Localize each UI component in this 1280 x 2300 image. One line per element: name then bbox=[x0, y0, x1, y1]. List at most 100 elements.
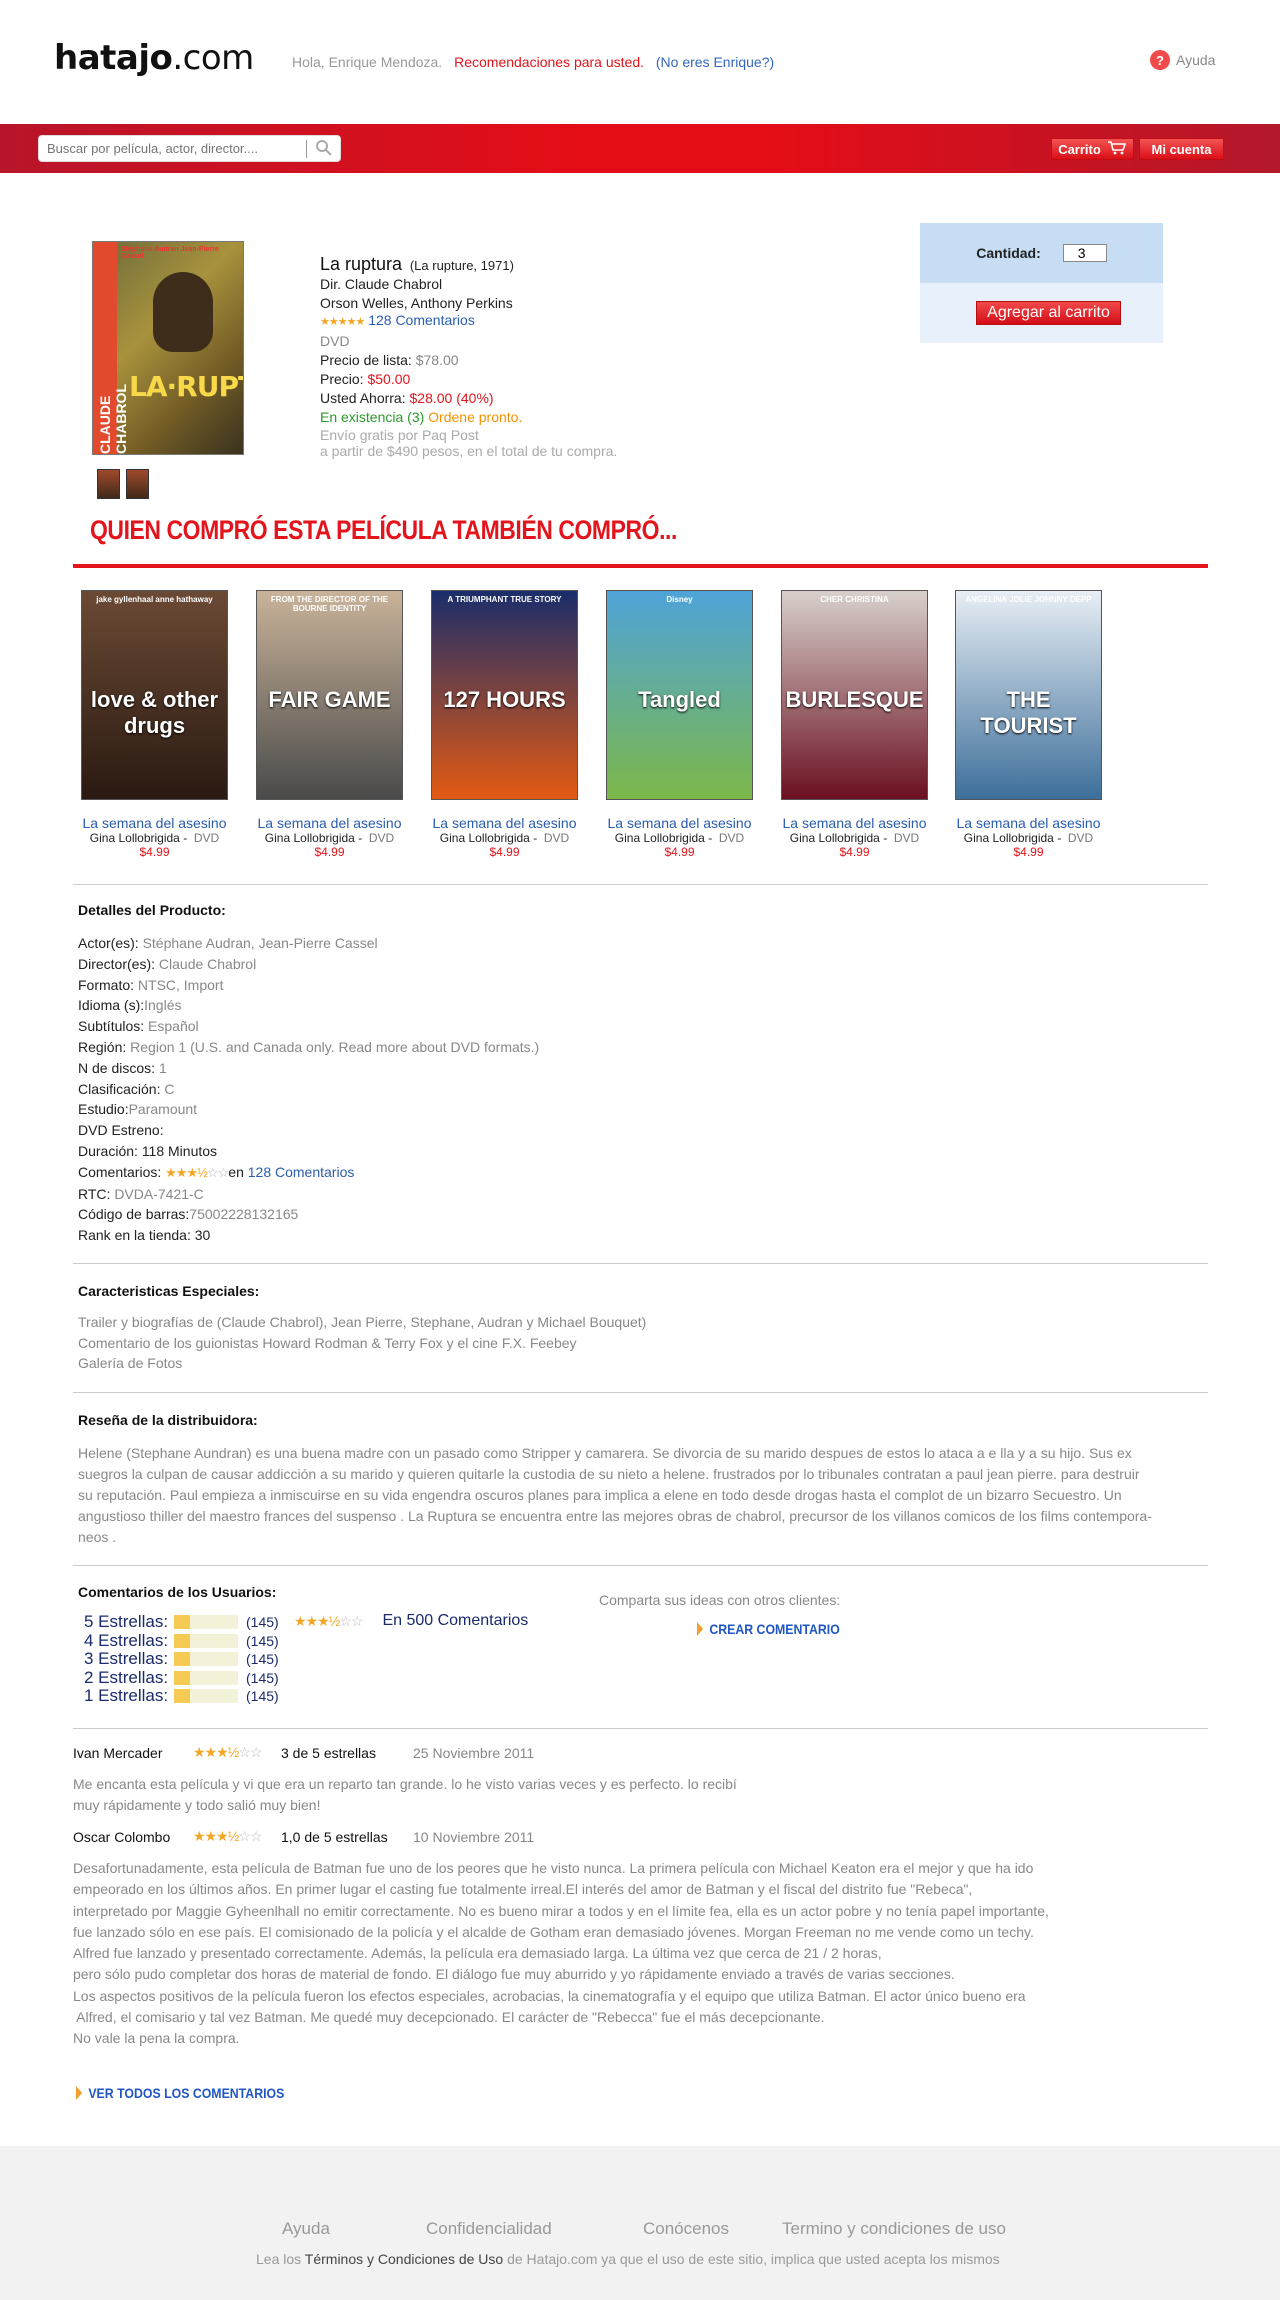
review-line: empeorado en los últimos años. En primer… bbox=[73, 1881, 973, 1898]
also-bought-item[interactable]: Disney Tangled La semana del asesino Gina L… bbox=[592, 590, 767, 859]
rating-row-count: (145) bbox=[246, 1651, 279, 1667]
item-title-link[interactable]: La semana del asesino bbox=[592, 815, 767, 831]
cart-icon bbox=[1107, 140, 1127, 158]
rating-row[interactable]: 3 Estrellas: (145) bbox=[84, 1649, 279, 1669]
rating-row-count: (145) bbox=[246, 1688, 279, 1704]
account-button[interactable]: Mi cuenta bbox=[1139, 138, 1224, 160]
review-line: Alfred, el comisario y tal vez Batman. M… bbox=[73, 2009, 825, 2026]
review-date: 10 Noviembre 2011 bbox=[413, 1828, 535, 1845]
rating-row[interactable]: 4 Estrellas: (145) bbox=[84, 1631, 279, 1651]
details-heading: Detalles del Producto: bbox=[78, 902, 226, 918]
arrow-right-icon bbox=[697, 1622, 704, 1636]
also-bought-item[interactable]: ANGELINA JOLIE JOHNNY DEPP THE TOURIST La … bbox=[941, 590, 1116, 859]
detail-row: Formato: NTSC, Import bbox=[78, 975, 539, 996]
item-title-link[interactable]: La semana del asesino bbox=[67, 815, 242, 831]
detail-row-rank: Rank en la tienda: 30 bbox=[78, 1225, 539, 1246]
product-director: Dir. Claude Chabrol bbox=[320, 276, 443, 292]
review-author[interactable]: Ivan Mercader bbox=[73, 1745, 193, 1761]
poster-image[interactable]: jake gyllenhaal anne hathaway love & othe… bbox=[81, 590, 228, 800]
feature-line: Comentario de los guionistas Howard Rodm… bbox=[78, 1334, 577, 1351]
quantity-input[interactable] bbox=[1062, 244, 1107, 262]
distributor-line: angustioso thiller del maestro frances d… bbox=[78, 1508, 1152, 1524]
cover-thumbnail[interactable] bbox=[126, 469, 149, 499]
price-label: Precio: bbox=[320, 371, 364, 387]
also-bought-item[interactable]: jake gyllenhaal anne hathaway love & othe… bbox=[67, 590, 242, 859]
logo-name: hatajo bbox=[54, 38, 173, 78]
detail-row-comments: Comentarios: ★★★½☆☆en 128 Comentarios bbox=[78, 1162, 539, 1184]
item-title-link[interactable]: La semana del asesino bbox=[242, 815, 417, 831]
recommendations-link[interactable]: Recomendaciones para usted. bbox=[454, 54, 644, 70]
detail-row: Región: Region 1 (U.S. and Canada only. … bbox=[78, 1037, 539, 1058]
rating-row[interactable]: 2 Estrellas: (145) bbox=[84, 1668, 279, 1688]
rating-breakdown: 5 Estrellas: (145) 4 Estrellas: (145) 3 Estr… bbox=[84, 1612, 279, 1706]
poster-image[interactable]: CHER CHRISTINA BURLESQUE bbox=[781, 590, 928, 800]
review-line: Alfred fue lanzado y presentado correcta… bbox=[73, 1945, 882, 1962]
product-reviews-link[interactable]: 128 Comentarios bbox=[368, 312, 475, 328]
detail-value: Stéphane Audran, Jean-Pierre Cassel bbox=[142, 935, 378, 951]
product-cover[interactable]: Stéphane Audran Jean-Pierre Cassel CLAUD… bbox=[92, 241, 244, 455]
detail-value: 30 bbox=[194, 1227, 211, 1244]
distributor-line: Helene (Stephane Aundran) es una buena m… bbox=[78, 1445, 1132, 1461]
savings-label: Usted Ahorra: bbox=[320, 390, 406, 406]
rating-row-label: 5 Estrellas: bbox=[84, 1612, 169, 1631]
footer-link-about[interactable]: Conócenos bbox=[643, 2219, 729, 2239]
item-format: DVD bbox=[718, 831, 745, 845]
detail-comments-link[interactable]: 128 Comentarios bbox=[248, 1164, 355, 1180]
search-input[interactable] bbox=[39, 136, 301, 161]
detail-value: Español bbox=[148, 1018, 199, 1035]
see-all-reviews-link[interactable]: VER TODOS LOS COMENTARIOS bbox=[76, 2085, 284, 2101]
also-bought-item[interactable]: CHER CHRISTINA BURLESQUE La semana del ase… bbox=[767, 590, 942, 859]
rating-bar-fill bbox=[174, 1670, 190, 1685]
distributor-line: neos . bbox=[78, 1529, 117, 1545]
poster-image[interactable]: A TRIUMPHANT TRUE STORY 127 HOURS bbox=[431, 590, 578, 800]
detail-label: Subtítulos bbox=[78, 1018, 141, 1035]
poster-image[interactable]: Disney Tangled bbox=[606, 590, 753, 800]
feature-line: Galería de Fotos bbox=[78, 1355, 183, 1371]
footer-link-help[interactable]: Ayuda bbox=[282, 2219, 330, 2239]
item-title-link[interactable]: La semana del asesino bbox=[767, 815, 942, 831]
footer-link-privacy[interactable]: Confidencialidad bbox=[426, 2219, 552, 2239]
review-header: Oscar Colombo ★★★½☆☆ 1,0 de 5 estrellas 10 … bbox=[73, 1828, 534, 1845]
distributor-line: su reputación. Paul empieza a inmiscuirs… bbox=[78, 1487, 1122, 1503]
review-author[interactable]: Oscar Colombo bbox=[73, 1829, 193, 1845]
greeting-text: Hola, Enrique Mendoza. bbox=[292, 54, 443, 70]
detail-sep: : bbox=[134, 1142, 142, 1159]
footer-link-terms[interactable]: Termino y condiciones de uso bbox=[782, 2219, 1006, 2239]
add-to-cart-button[interactable]: Agregar al carrito bbox=[976, 301, 1121, 325]
create-review-label: CREAR COMENTARIO bbox=[709, 1621, 840, 1637]
also-bought-item[interactable]: FROM THE DIRECTOR OF THE BOURNE IDENTITY… bbox=[242, 590, 417, 859]
detail-row: Actor(es): Stéphane Audran, Jean-Pierre … bbox=[78, 933, 539, 954]
not-you-link[interactable]: (No eres Enrique?) bbox=[656, 54, 774, 70]
item-title-link[interactable]: La semana del asesino bbox=[417, 815, 592, 831]
poster-title: love & other drugs bbox=[90, 687, 219, 738]
poster-top-text: Disney bbox=[666, 595, 693, 604]
detail-value: 75002228132165 bbox=[189, 1206, 299, 1223]
product-title: La ruptura bbox=[320, 254, 403, 274]
legal-terms-link[interactable]: Términos y Condiciones de Uso bbox=[305, 2251, 503, 2267]
divider bbox=[73, 1392, 1208, 1393]
review-line: Desafortunadamente, esta película de Bat… bbox=[73, 1860, 1034, 1876]
item-title-link[interactable]: La semana del asesino bbox=[941, 815, 1116, 831]
rating-bar bbox=[174, 1633, 238, 1648]
rating-row-label: 1 Estrellas: bbox=[84, 1686, 169, 1705]
cart-button[interactable]: Carrito bbox=[1051, 138, 1134, 160]
details-list: Actor(es): Stéphane Audran, Jean-Pierre … bbox=[78, 933, 539, 1246]
review-line: interpretado por Maggie Gyheenlhall no e… bbox=[73, 1902, 1049, 1919]
greeting-bar: Hola, Enrique Mendoza. Recomendaciones p… bbox=[292, 54, 774, 70]
cover-thumbnail[interactable] bbox=[97, 469, 120, 499]
also-bought-item[interactable]: A TRIUMPHANT TRUE STORY 127 HOURS La seman… bbox=[417, 590, 592, 859]
search-icon[interactable] bbox=[315, 139, 333, 160]
rating-row[interactable]: 1 Estrellas: (145) bbox=[84, 1686, 279, 1706]
detail-label: Rank en la tienda: bbox=[78, 1227, 191, 1244]
legal-post: de Hatajo.com ya que el uso de este siti… bbox=[503, 2251, 1000, 2267]
poster-image[interactable]: FROM THE DIRECTOR OF THE BOURNE IDENTITY… bbox=[256, 590, 403, 800]
list-price-label: Precio de lista: bbox=[320, 352, 412, 368]
poster-top-text: CHER CHRISTINA bbox=[820, 595, 889, 604]
item-actor: Gina Lollobrigida - DVD bbox=[242, 831, 417, 845]
item-actor: Gina Lollobrigida - DVD bbox=[767, 831, 942, 845]
rating-row[interactable]: 5 Estrellas: (145) bbox=[84, 1612, 279, 1632]
poster-image[interactable]: ANGELINA JOLIE JOHNNY DEPP THE TOURIST bbox=[955, 590, 1102, 800]
site-logo[interactable]: hatajo.com bbox=[54, 38, 254, 78]
help-link[interactable]: ? Ayuda bbox=[1150, 50, 1215, 70]
create-review-link[interactable]: CREAR COMENTARIO bbox=[697, 1621, 840, 1637]
